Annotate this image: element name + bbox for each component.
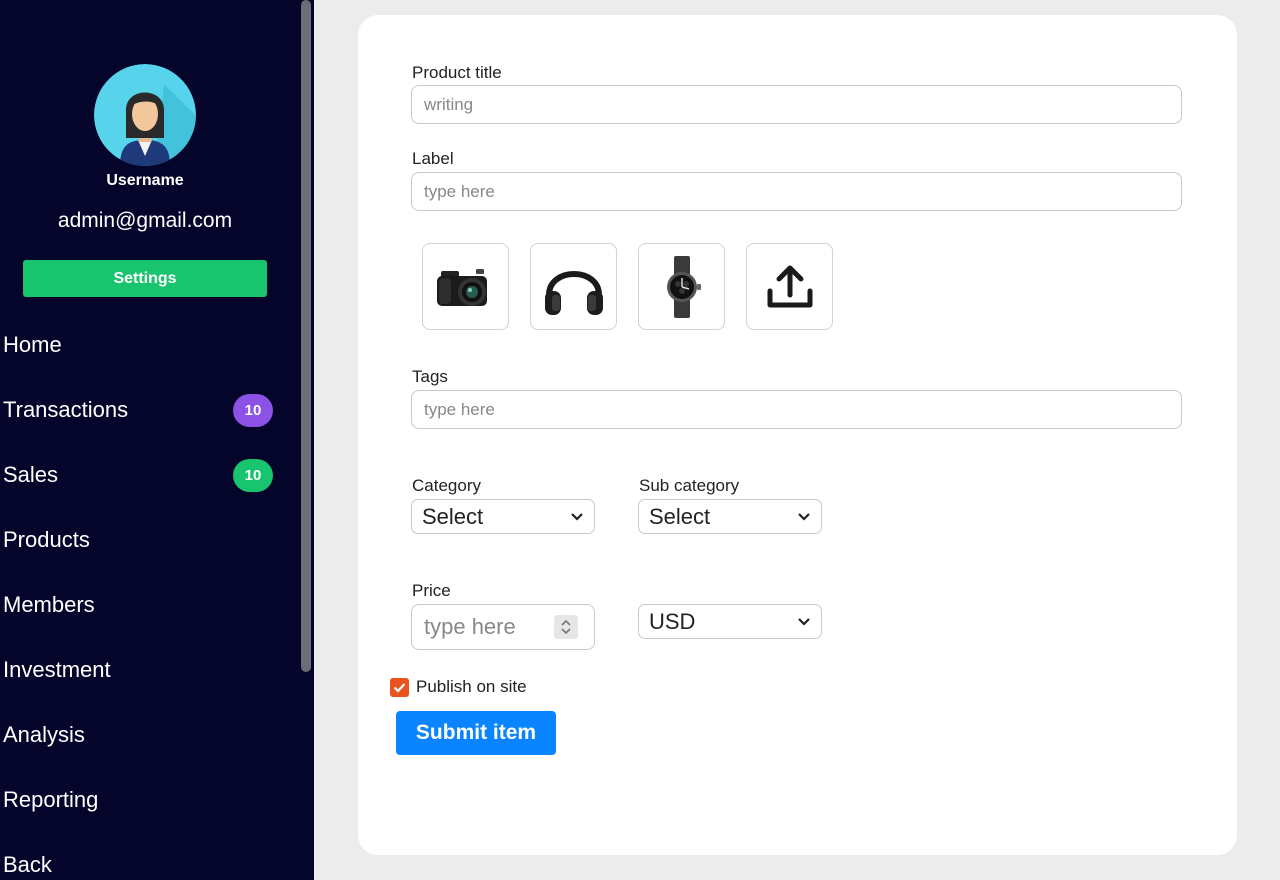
sidebar-item-label: Sales — [3, 462, 59, 487]
chevron-down-icon — [798, 617, 810, 626]
publish-on-site: Publish on site — [390, 677, 527, 697]
checkmark-icon — [393, 682, 406, 693]
sub-category-label: Sub category — [639, 476, 740, 495]
sidebar-item-members[interactable]: Members — [3, 585, 283, 625]
product-title-label: Product title — [412, 63, 502, 82]
image-thumb-camera[interactable] — [422, 243, 509, 330]
sidebar-item-reporting[interactable]: Reporting — [3, 780, 283, 820]
sidebar-item-label: Home — [3, 332, 62, 357]
sidebar-item-label: Members — [3, 592, 95, 617]
upload-image-button[interactable] — [746, 243, 833, 330]
sidebar-item-analysis[interactable]: Analysis — [3, 715, 283, 755]
image-thumb-headphones[interactable] — [530, 243, 617, 330]
price-stepper[interactable] — [554, 615, 578, 639]
sidebar-item-products[interactable]: Products — [3, 520, 283, 560]
username: Username — [106, 172, 184, 189]
sidebar-item-label: Transactions — [3, 397, 129, 422]
settings-button[interactable]: Settings — [23, 260, 267, 297]
sidebar-item-back[interactable]: Back — [3, 845, 283, 880]
image-thumb-watch[interactable] — [638, 243, 725, 330]
upload-icon — [767, 265, 812, 307]
label-field-label: Label — [412, 149, 454, 168]
currency-select[interactable]: USD — [638, 604, 822, 639]
user-email: admin@gmail.com — [57, 209, 233, 232]
sidebar-item-label: Investment — [3, 657, 111, 682]
submit-item-button[interactable]: Submit item — [396, 711, 556, 755]
sidebar-item-label: Products — [3, 527, 90, 552]
tags-input[interactable] — [411, 390, 1182, 429]
price-input[interactable] — [424, 614, 554, 640]
transactions-count-badge: 10 — [233, 393, 273, 427]
category-selected-value: Select — [422, 503, 484, 529]
sub-category-selected-value: Select — [649, 503, 711, 529]
chevron-down-icon — [571, 512, 583, 521]
publish-label: Publish on site — [416, 677, 527, 696]
category-label: Category — [412, 476, 481, 495]
sub-category-select[interactable]: Select — [638, 499, 822, 534]
sidebar-item-sales[interactable]: Sales 10 — [3, 455, 283, 495]
publish-checkbox[interactable] — [390, 677, 409, 697]
sidebar-item-label: Analysis — [3, 722, 85, 747]
tags-label: Tags — [412, 367, 448, 386]
sidebar-item-investment[interactable]: Investment — [3, 650, 283, 690]
currency-selected-value: USD — [649, 608, 696, 634]
watch-icon — [666, 255, 701, 318]
sidebar: Username admin@gmail.com Settings Home T… — [0, 0, 298, 880]
product-title-input[interactable] — [411, 85, 1182, 124]
camera-icon — [436, 268, 487, 306]
price-label: Price — [412, 581, 451, 600]
sidebar-item-label: Reporting — [3, 787, 99, 812]
sidebar-item-label: Back — [3, 852, 52, 877]
category-select[interactable]: Select — [411, 499, 595, 534]
avatar — [94, 64, 196, 166]
sidebar-scrollbar-thumb[interactable] — [301, 0, 311, 672]
chevron-down-icon — [798, 512, 810, 521]
product-form-card: Product title Label — [358, 15, 1237, 855]
price-field — [411, 604, 595, 650]
avatar-image — [94, 64, 196, 166]
label-input[interactable] — [411, 172, 1182, 211]
sidebar-item-transactions[interactable]: Transactions 10 — [3, 390, 283, 430]
sales-count-badge: 10 — [233, 458, 273, 492]
sidebar-item-home[interactable]: Home — [3, 325, 283, 365]
headphones-icon — [544, 270, 603, 315]
stepper-arrows-icon — [561, 619, 571, 635]
